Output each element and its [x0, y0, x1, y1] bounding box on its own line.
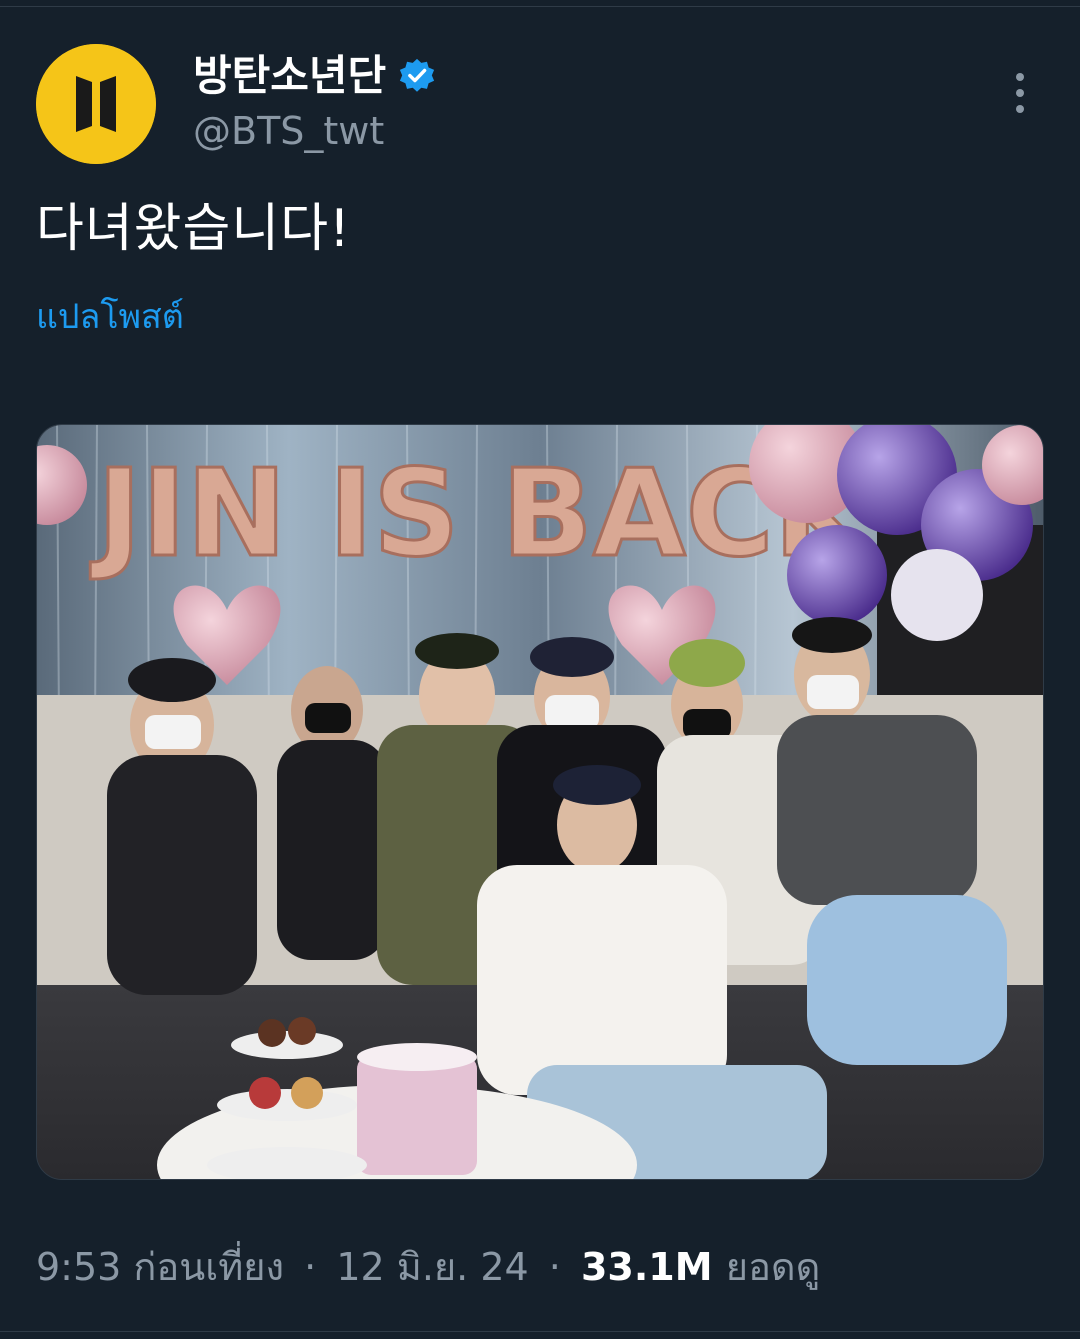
- translate-post-link[interactable]: แปลโพสต์: [36, 292, 184, 342]
- views-label: ยอดดู: [725, 1245, 821, 1289]
- meta-separator: ·: [548, 1245, 561, 1289]
- bottom-divider: [0, 1331, 1080, 1332]
- more-dot-icon: [1016, 105, 1024, 113]
- tweet-time[interactable]: 9:53 ก่อนเที่ยง: [36, 1245, 284, 1289]
- top-divider: [0, 6, 1080, 7]
- author-handle[interactable]: @BTS_twt: [193, 106, 384, 156]
- meta-separator: ·: [304, 1245, 317, 1289]
- author-name-row[interactable]: 방탄소년단: [193, 46, 436, 106]
- verified-badge-icon[interactable]: [398, 57, 436, 95]
- tweet-meta-row: 9:53 ก่อนเที่ยง · 12 มิ.ย. 24 · 33.1M ยอ…: [36, 1240, 820, 1294]
- more-options-button[interactable]: [1000, 66, 1040, 120]
- photo-illustration: JIN IS BACK: [37, 425, 1043, 1179]
- more-dot-icon: [1016, 89, 1024, 97]
- author-display-name[interactable]: 방탄소년단: [193, 46, 386, 106]
- more-dot-icon: [1016, 73, 1024, 81]
- bts-logo-icon: [36, 44, 156, 164]
- views-count: 33.1M: [580, 1245, 726, 1289]
- tweet-text: 다녀왔습니다!: [36, 199, 351, 259]
- avatar[interactable]: [36, 44, 156, 164]
- tweet-date[interactable]: 12 มิ.ย. 24: [336, 1245, 528, 1289]
- tweet-photo[interactable]: JIN IS BACK: [36, 424, 1044, 1180]
- tweet-detail-view: 방탄소년단 @BTS_twt 다녀왔습니다! แปลโพสต์ JIN IS B…: [0, 0, 1080, 1339]
